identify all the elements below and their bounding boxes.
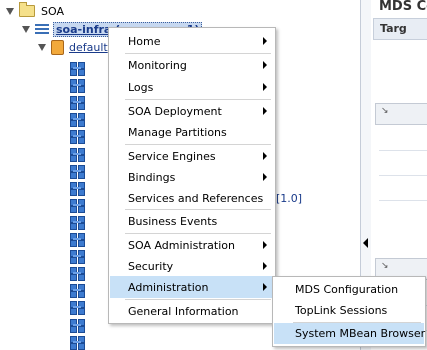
menu-item-logs[interactable]: Logs bbox=[110, 76, 274, 98]
composite-icon[interactable] bbox=[70, 250, 85, 265]
tab-targets[interactable]: Targ bbox=[373, 18, 427, 40]
menu-item-bindings[interactable]: Bindings bbox=[110, 166, 274, 188]
menu-item-home[interactable]: Home bbox=[110, 30, 274, 52]
composite-icon[interactable] bbox=[70, 284, 85, 299]
menu-item-label: Administration bbox=[128, 280, 209, 294]
submenu-arrow-icon bbox=[263, 61, 267, 69]
composite-icon[interactable] bbox=[70, 147, 85, 162]
composite-icon[interactable] bbox=[70, 335, 85, 350]
menu-item-label: Business Events bbox=[128, 214, 218, 228]
divider bbox=[379, 150, 427, 151]
divider bbox=[379, 200, 427, 201]
menu-item-label: Security bbox=[128, 259, 174, 273]
menu-item-label: General Information bbox=[128, 304, 239, 318]
expand-icon[interactable] bbox=[6, 7, 14, 15]
partition-icon bbox=[51, 39, 64, 55]
composite-icon[interactable] bbox=[70, 79, 85, 94]
menu-item-security[interactable]: Security bbox=[110, 255, 274, 277]
menu-item-label: Bindings bbox=[128, 170, 176, 184]
expand-icon[interactable]: ↘ bbox=[381, 106, 389, 116]
menu-item-label: SOA Administration bbox=[128, 238, 235, 252]
server-icon bbox=[35, 23, 49, 35]
menu-item-label: Services and References bbox=[128, 191, 264, 205]
menu-item-label: SOA Deployment bbox=[128, 104, 222, 118]
menu-item-label: Home bbox=[128, 34, 161, 48]
divider bbox=[379, 175, 427, 176]
menu-item-label: Logs bbox=[128, 80, 154, 94]
tree-label-soa: SOA bbox=[41, 4, 64, 18]
submenu-item-label: MDS Configuration bbox=[295, 283, 399, 296]
composite-icon[interactable] bbox=[70, 62, 85, 76]
composite-icon[interactable] bbox=[70, 233, 85, 247]
menu-item-service-engines[interactable]: Service Engines bbox=[110, 145, 274, 167]
submenu-arrow-icon bbox=[263, 83, 267, 91]
menu-item-soa-deployment[interactable]: SOA Deployment bbox=[110, 100, 274, 122]
submenu-item-label: TopLink Sessions bbox=[295, 304, 388, 317]
composite-icon[interactable] bbox=[70, 130, 85, 145]
context-menu: Home Monitoring Logs SOA Deployment Mana… bbox=[108, 27, 276, 324]
menu-item-monitoring[interactable]: Monitoring bbox=[110, 54, 274, 76]
composite-icon[interactable] bbox=[70, 318, 85, 333]
expand-icon[interactable] bbox=[22, 25, 30, 33]
administration-submenu: MDS Configuration TopLink Sessions Syste… bbox=[272, 276, 426, 347]
submenu-arrow-icon bbox=[263, 173, 267, 181]
submenu-arrow-icon bbox=[263, 283, 267, 291]
composite-icon[interactable] bbox=[70, 198, 85, 213]
composite-icon[interactable] bbox=[70, 301, 85, 316]
collapse-arrow-icon[interactable] bbox=[363, 238, 368, 248]
section-header[interactable]: ↘ bbox=[375, 103, 427, 125]
submenu-arrow-icon bbox=[263, 37, 267, 45]
menu-item-general-information[interactable]: General Information bbox=[110, 300, 274, 322]
composite-version: [1.0] bbox=[276, 192, 303, 205]
composite-icon[interactable] bbox=[70, 113, 85, 128]
menu-item-manage-partitions[interactable]: Manage Partitions bbox=[110, 121, 274, 143]
menu-item-business-events[interactable]: Business Events bbox=[110, 210, 274, 232]
submenu-arrow-icon bbox=[263, 107, 267, 115]
submenu-item-mds-configuration[interactable]: MDS Configuration bbox=[274, 279, 424, 300]
composite-icon[interactable] bbox=[70, 215, 85, 230]
composite-icon[interactable] bbox=[70, 181, 85, 196]
tree-node-soa[interactable]: SOA bbox=[6, 2, 64, 20]
expand-icon[interactable]: ↘ bbox=[381, 261, 389, 271]
menu-item-services-and-references[interactable]: Services and References bbox=[110, 187, 274, 209]
expand-icon[interactable] bbox=[38, 43, 46, 51]
folder-icon bbox=[19, 2, 35, 17]
tree-label-default[interactable]: default bbox=[69, 41, 108, 54]
composite-icon[interactable] bbox=[70, 267, 85, 282]
submenu-arrow-icon bbox=[263, 152, 267, 160]
tab-label: Targ bbox=[380, 22, 407, 35]
submenu-item-label: System MBean Browser bbox=[295, 327, 426, 340]
menu-item-label: Manage Partitions bbox=[128, 125, 227, 139]
menu-item-administration[interactable]: Administration bbox=[110, 276, 274, 298]
composite-icon[interactable] bbox=[70, 96, 85, 111]
menu-item-label: Service Engines bbox=[128, 149, 216, 163]
menu-item-label: Monitoring bbox=[128, 58, 187, 72]
submenu-arrow-icon bbox=[263, 241, 267, 249]
tree-node-default[interactable]: default bbox=[38, 38, 108, 56]
panel-title: MDS Co bbox=[379, 0, 427, 14]
menu-item-soa-administration[interactable]: SOA Administration bbox=[110, 234, 274, 256]
submenu-arrow-icon bbox=[263, 262, 267, 270]
submenu-item-system-mbean-browser[interactable]: System MBean Browser bbox=[274, 323, 426, 344]
composite-icon[interactable] bbox=[70, 164, 85, 179]
submenu-item-toplink-sessions[interactable]: TopLink Sessions bbox=[274, 300, 424, 321]
